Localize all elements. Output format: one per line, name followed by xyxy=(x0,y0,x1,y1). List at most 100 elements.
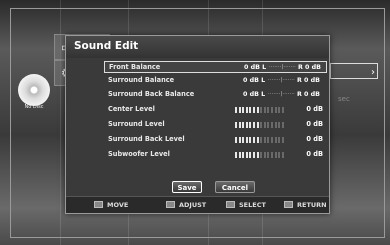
level-segment xyxy=(238,152,241,158)
level-segment xyxy=(278,122,281,128)
select-hint: SELECT xyxy=(239,201,266,209)
level-segment xyxy=(235,152,237,158)
level-meter[interactable] xyxy=(235,107,287,113)
setting-label: Front Balance xyxy=(109,63,161,71)
level-segment xyxy=(267,107,270,113)
setting-value: 0 dB xyxy=(306,135,323,143)
level-segment xyxy=(238,122,241,128)
balance-left-value: 0 dB L xyxy=(243,77,266,84)
level-segment xyxy=(253,152,255,158)
tv-screen: No Disc ▭ Ph ⚙ Se › sec Sound Edit Front… xyxy=(0,0,390,245)
move-key-icon xyxy=(94,201,103,208)
level-segment xyxy=(281,107,284,113)
level-segment xyxy=(235,137,237,143)
balance-right-value: R 0 dB xyxy=(297,91,320,98)
level-segment xyxy=(278,107,281,113)
setting-value: 0 dB xyxy=(306,105,323,113)
level-segment xyxy=(242,137,245,143)
select-key-icon xyxy=(226,201,235,208)
level-segment xyxy=(238,107,241,113)
level-segment xyxy=(263,122,266,128)
sound-setting-row[interactable]: Surround Back Balance 0 dB L ·······|·····… xyxy=(104,89,327,101)
balance-left-value: 0 dB L xyxy=(244,64,267,71)
level-segment xyxy=(260,152,263,158)
level-segment xyxy=(278,137,281,143)
level-segment xyxy=(249,152,252,158)
move-hint: MOVE xyxy=(107,201,129,209)
level-segment xyxy=(256,152,259,158)
level-segment xyxy=(253,137,255,143)
setting-label: Subwoofer Level xyxy=(108,150,170,158)
level-segment xyxy=(253,122,255,128)
sound-setting-row[interactable]: Surround Balance 0 dB L ·······|······· R 0… xyxy=(104,75,327,87)
level-segment xyxy=(271,137,273,143)
level-segment xyxy=(245,122,248,128)
level-segment xyxy=(242,107,245,113)
return-key-icon xyxy=(284,201,293,208)
level-segment xyxy=(256,107,259,113)
setting-label: Surround Back Balance xyxy=(108,90,195,98)
level-segment xyxy=(278,152,281,158)
level-segment xyxy=(260,137,263,143)
setting-label: Surround Balance xyxy=(108,76,175,84)
adjust-hint: ADJUST xyxy=(179,201,207,209)
setting-value: 0 dB xyxy=(306,120,323,128)
sound-setting-row[interactable]: Subwoofer Level 0 dB xyxy=(104,149,327,161)
level-segment xyxy=(263,137,266,143)
level-segment xyxy=(249,107,252,113)
level-segment xyxy=(249,137,252,143)
level-segment xyxy=(260,107,263,113)
setting-label: Surround Back Level xyxy=(108,135,185,143)
background-text: sec xyxy=(338,95,350,103)
level-segment xyxy=(245,137,248,143)
return-hint: RETURN xyxy=(297,201,327,209)
balance-left-value: 0 dB L xyxy=(243,91,266,98)
level-segment xyxy=(260,122,263,128)
balance-right-value: R 0 dB xyxy=(298,64,321,71)
setting-value: 0 dB xyxy=(306,150,323,158)
level-segment xyxy=(235,107,237,113)
level-segment xyxy=(245,152,248,158)
adjust-key-icon xyxy=(166,201,175,208)
level-segment xyxy=(274,152,277,158)
level-segment xyxy=(267,122,270,128)
level-segment xyxy=(271,107,273,113)
dialog-title: Sound Edit xyxy=(74,40,139,52)
level-segment xyxy=(263,152,266,158)
cancel-button[interactable]: Cancel xyxy=(215,181,255,193)
button-hint-bar: MOVE ADJUST SELECT RETURN xyxy=(66,196,329,213)
level-segment xyxy=(274,107,277,113)
level-segment xyxy=(245,107,248,113)
balance-right-value: R 0 dB xyxy=(297,77,320,84)
level-segment xyxy=(271,122,273,128)
level-meter[interactable] xyxy=(235,152,287,158)
level-segment xyxy=(263,107,266,113)
level-segment xyxy=(238,137,241,143)
save-button[interactable]: Save xyxy=(172,181,202,193)
level-segment xyxy=(253,107,255,113)
disc-status-label: No Disc xyxy=(24,104,44,110)
sound-setting-row[interactable]: Front Balance 0 dB L ·······|······· R 0 dB xyxy=(104,61,327,73)
level-segment xyxy=(274,137,277,143)
level-segment xyxy=(256,137,259,143)
level-segment xyxy=(271,152,273,158)
level-meter[interactable] xyxy=(235,122,287,128)
level-segment xyxy=(281,152,284,158)
sound-setting-row[interactable]: Surround Level 0 dB xyxy=(104,119,327,131)
setting-label: Center Level xyxy=(108,105,155,113)
level-segment xyxy=(281,137,284,143)
level-segment xyxy=(242,152,245,158)
disc-icon xyxy=(18,74,50,106)
level-segment xyxy=(267,152,270,158)
chevron-right-icon: › xyxy=(371,67,375,78)
level-segment xyxy=(249,122,252,128)
level-segment xyxy=(274,122,277,128)
level-segment xyxy=(242,122,245,128)
sound-edit-dialog: Sound Edit Front Balance 0 dB L ·······|··… xyxy=(65,35,330,214)
level-segment xyxy=(281,122,284,128)
setting-label: Surround Level xyxy=(108,120,165,128)
level-segment xyxy=(235,122,237,128)
sound-setting-row[interactable]: Surround Back Level 0 dB xyxy=(104,134,327,146)
sound-setting-row[interactable]: Center Level 0 dB xyxy=(104,104,327,116)
level-meter[interactable] xyxy=(235,137,287,143)
